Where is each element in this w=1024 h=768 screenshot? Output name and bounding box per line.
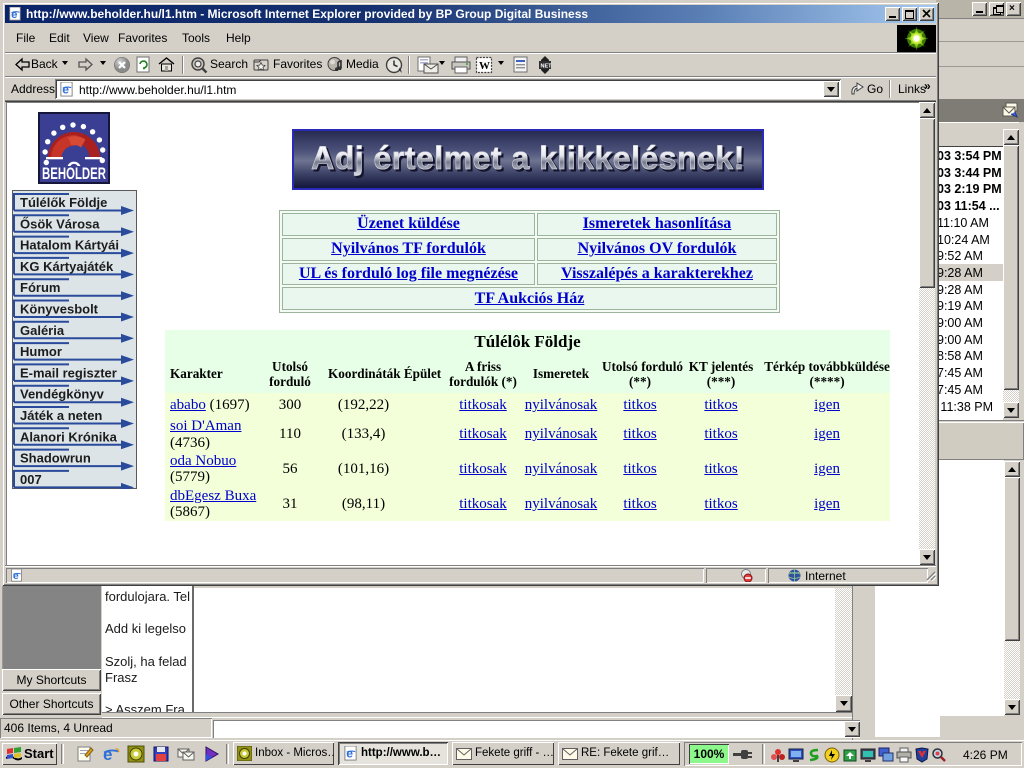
svg-text:KG Kártyajáték: KG Kártyajáték bbox=[20, 259, 114, 274]
svg-text:Shadowrun: Shadowrun bbox=[20, 451, 91, 466]
svg-text:Hatalom Kártyái: Hatalom Kártyái bbox=[20, 238, 119, 253]
svg-text:Galéria: Galéria bbox=[20, 323, 65, 338]
svg-text:Játék a neten: Játék a neten bbox=[20, 408, 102, 423]
svg-text:E-mail regiszter: E-mail regiszter bbox=[20, 365, 117, 380]
svg-text:BEHOLDER: BEHOLDER bbox=[42, 165, 106, 184]
svg-text:e: e bbox=[11, 9, 17, 21]
svg-text:e: e bbox=[62, 83, 69, 97]
svg-text:Túlélők Földje: Túlélők Földje bbox=[20, 195, 107, 210]
svg-text:Alanori Krónika: Alanori Krónika bbox=[20, 429, 118, 444]
svg-text:Vendégkönyv: Vendégkönyv bbox=[20, 387, 105, 402]
svg-text:Ősök Városa: Ősök Városa bbox=[20, 216, 100, 231]
svg-text:W: W bbox=[479, 60, 490, 72]
svg-text:e: e bbox=[346, 747, 353, 761]
svg-text:007: 007 bbox=[20, 472, 42, 487]
svg-text:Fórum: Fórum bbox=[20, 280, 60, 295]
svg-text:e: e bbox=[103, 745, 112, 763]
svg-text:NET: NET bbox=[541, 64, 553, 70]
svg-text:Könyvesbolt: Könyvesbolt bbox=[20, 302, 99, 317]
svg-text:e: e bbox=[13, 570, 19, 582]
svg-text:Humor: Humor bbox=[20, 344, 62, 359]
